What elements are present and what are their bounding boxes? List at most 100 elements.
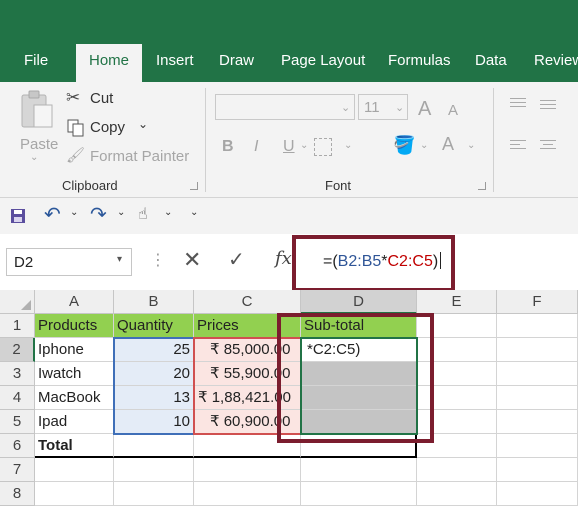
cell-c8[interactable] — [194, 482, 301, 506]
column-header-e[interactable]: E — [417, 290, 497, 314]
chevron-down-icon[interactable]: ⌄ — [70, 207, 78, 218]
align-center-icon[interactable] — [540, 140, 556, 149]
tab-file[interactable]: File — [24, 52, 48, 69]
tab-formulas[interactable]: Formulas — [388, 52, 451, 69]
format-painter-button[interactable]: 🖌 Format Painter — [66, 146, 196, 168]
copy-label: Copy — [90, 119, 126, 136]
font-color-icon[interactable]: A — [442, 134, 454, 155]
row-header-1[interactable]: 1 — [0, 314, 35, 338]
cut-label: Cut — [90, 90, 114, 107]
cancel-icon[interactable]: ✕ — [183, 247, 201, 273]
tab-data[interactable]: Data — [475, 52, 507, 69]
cell-f6[interactable] — [497, 434, 578, 458]
cell-a7[interactable] — [35, 458, 114, 482]
cell-d8[interactable] — [301, 482, 417, 506]
cell-f4[interactable] — [497, 386, 578, 410]
quick-access-toolbar: ↶ ⌄ ↷ ⌄ ☝ ⌄ ⌄ — [0, 198, 578, 234]
cell-a5[interactable]: Ipad — [35, 410, 114, 434]
clipboard-icon — [21, 90, 53, 128]
tab-home[interactable]: Home — [76, 44, 143, 82]
cell-a1[interactable]: Products — [35, 314, 114, 338]
chevron-down-icon: ⌄ — [138, 117, 149, 131]
cell-a8[interactable] — [35, 482, 114, 506]
underline-button[interactable]: U — [283, 138, 295, 156]
cell-f8[interactable] — [497, 482, 578, 506]
font-dialog-launcher-icon[interactable] — [478, 182, 486, 190]
borders-icon[interactable] — [314, 138, 332, 156]
font-name-dropdown[interactable]: ⌄ — [215, 94, 355, 120]
cell-f5[interactable] — [497, 410, 578, 434]
align-left-icon[interactable] — [510, 140, 526, 149]
annotation-highlight-box — [277, 313, 434, 443]
paste-label: Paste — [20, 136, 59, 153]
cell-a6[interactable]: Total — [35, 434, 114, 458]
tab-page-layout[interactable]: Page Layout — [281, 52, 365, 69]
undo-icon[interactable]: ↶ — [44, 202, 61, 227]
chevron-down-icon: ⌄ — [420, 140, 429, 151]
cut-button[interactable]: ✂ Cut — [66, 88, 136, 110]
range-highlight-quantity — [113, 337, 195, 435]
name-box[interactable]: D2 ▾ — [6, 248, 132, 276]
font-group-label: Font — [325, 178, 352, 193]
paste-button[interactable]: Paste ⌄ — [14, 86, 60, 166]
cell-f1[interactable] — [497, 314, 578, 338]
cell-e7[interactable] — [417, 458, 497, 482]
cell-b6[interactable] — [114, 434, 194, 458]
tab-draw[interactable]: Draw — [219, 52, 254, 69]
italic-button[interactable]: I — [254, 138, 258, 156]
tab-review[interactable]: Review — [534, 52, 578, 69]
chevron-down-icon: ⌄ — [395, 102, 405, 114]
chevron-down-icon: ⌄ — [30, 152, 39, 163]
customize-toolbar-icon[interactable]: ⌄ — [190, 207, 198, 218]
save-icon[interactable] — [10, 208, 26, 224]
column-header-f[interactable]: F — [497, 290, 578, 314]
format-painter-label: Format Painter — [90, 148, 190, 165]
column-header-c[interactable]: C — [194, 290, 301, 314]
column-header-d[interactable]: D — [301, 290, 417, 314]
cell-b8[interactable] — [114, 482, 194, 506]
cell-b1[interactable]: Quantity — [114, 314, 194, 338]
copy-button[interactable]: Copy ⌄ — [66, 117, 156, 139]
align-middle-icon[interactable] — [540, 100, 556, 109]
column-header-a[interactable]: A — [35, 290, 114, 314]
chevron-down-icon[interactable]: ⌄ — [164, 207, 172, 218]
row-header-4[interactable]: 4 — [0, 386, 35, 410]
redo-icon[interactable]: ↷ — [90, 202, 107, 227]
row-header-3[interactable]: 3 — [0, 362, 35, 386]
cell-c7[interactable] — [194, 458, 301, 482]
cell-a3[interactable]: Iwatch — [35, 362, 114, 386]
row-header-2[interactable]: 2 — [0, 338, 35, 362]
cell-f3[interactable] — [497, 362, 578, 386]
row-header-8[interactable]: 8 — [0, 482, 35, 506]
touch-mode-icon[interactable]: ☝ — [138, 204, 148, 224]
paintbrush-icon: 🖌 — [66, 147, 86, 164]
row-header-5[interactable]: 5 — [0, 410, 35, 434]
column-header-b[interactable]: B — [114, 290, 194, 314]
chevron-down-icon: ▾ — [117, 254, 123, 265]
cell-a2[interactable]: Iphone — [35, 338, 114, 362]
fill-color-icon[interactable]: 🪣 — [393, 135, 415, 156]
font-size-dropdown[interactable]: 11 ⌄ — [358, 94, 408, 120]
chevron-down-icon: ⌄ — [300, 140, 309, 151]
select-all-corner[interactable] — [0, 290, 35, 314]
cell-f7[interactable] — [497, 458, 578, 482]
row-header-6[interactable]: 6 — [0, 434, 35, 458]
align-top-icon[interactable] — [510, 98, 526, 107]
ribbon-tab-bar: File Home Insert Draw Page Layout Formul… — [0, 0, 578, 82]
decrease-font-size-icon[interactable]: A — [448, 102, 458, 119]
row-header-7[interactable]: 7 — [0, 458, 35, 482]
copy-icon — [67, 119, 84, 137]
insert-function-icon[interactable]: fx — [275, 248, 292, 269]
increase-font-size-icon[interactable]: A — [418, 98, 431, 121]
enter-icon[interactable]: ✓ — [228, 247, 245, 272]
cell-e8[interactable] — [417, 482, 497, 506]
tab-insert[interactable]: Insert — [156, 52, 194, 69]
clipboard-dialog-launcher-icon[interactable] — [190, 182, 198, 190]
cell-f2[interactable] — [497, 338, 578, 362]
cell-b7[interactable] — [114, 458, 194, 482]
cell-d7[interactable] — [301, 458, 417, 482]
bold-button[interactable]: B — [222, 138, 234, 156]
cell-a4[interactable]: MacBook — [35, 386, 114, 410]
group-divider — [493, 88, 494, 192]
chevron-down-icon[interactable]: ⌄ — [117, 207, 125, 218]
